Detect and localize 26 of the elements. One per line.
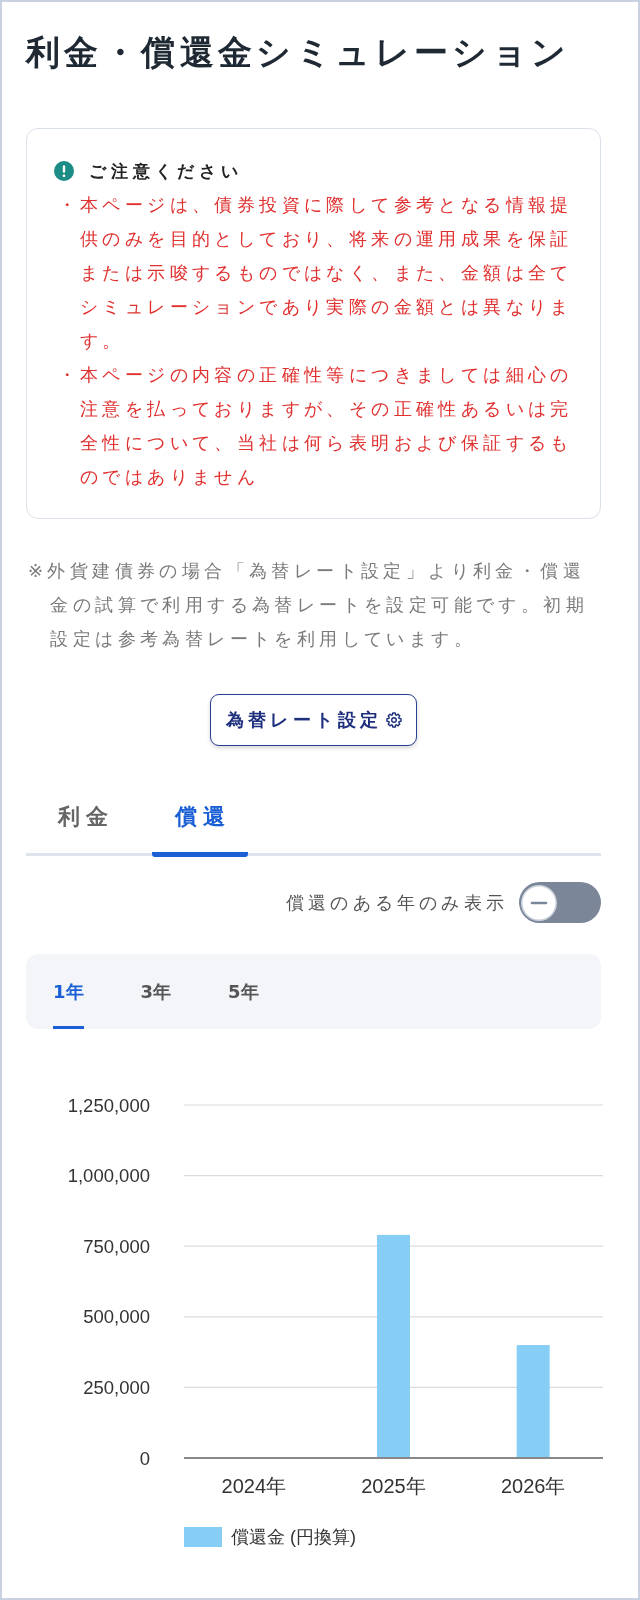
tab[interactable]: 利金 [35,789,131,857]
settings-icon [386,712,403,728]
x-axis-label: 2026年 [500,1475,566,1497]
x-axis-label: 2025年 [361,1475,426,1497]
page-title: 利金・償還金シミュレーション [26,31,572,74]
notice-heading: ご注意ください [89,160,243,183]
toggle-switch[interactable] [519,882,601,923]
tab[interactable]: 償還 [152,789,248,857]
y-axis-label: 750,000 [83,1235,150,1257]
y-axis-label: 250,000 [83,1377,150,1399]
period-tab[interactable]: 5年 [228,954,259,1029]
y-axis-label: 0 [139,1447,150,1469]
notice-text: ・本ページの内容の正確性等につきましては細心の注意を払っておりますが、その正確性あるいは完全性について、当社は何ら表明および保証するものではありません [57,363,574,489]
y-axis-label: 1,250,000 [67,1094,150,1116]
exchange-rate-settings-button[interactable]: 為替レート設定 [209,694,418,746]
legend-label: 償還金 (円換算) [231,1527,356,1548]
period-tab[interactable]: 3年 [140,954,172,1029]
note-text: ※外貨建債券の場合「為替レート設定」より利金・償還金の試算で利用する為替レートを設定可能です。初期設定は参考為替レートを利用しています。 [28,559,589,651]
toggle-label: 償還のある年のみ表示 [286,890,508,915]
notice-text: ・本ページは、債券投資に際して参考となる情報提供のみを目的としており、将来の運用成果を保証または示唆するものではなく、また、金額は全てシミュレーションであり実際の金額とは異なります。 [57,193,574,353]
minus-circle-icon [521,884,557,921]
period-tab[interactable]: 1年 [53,954,84,1029]
x-axis-label: 2024年 [221,1475,287,1497]
y-axis-label: 500,000 [83,1306,150,1328]
exclamation-icon [54,161,74,181]
y-axis-label: 1,000,000 [67,1165,150,1187]
